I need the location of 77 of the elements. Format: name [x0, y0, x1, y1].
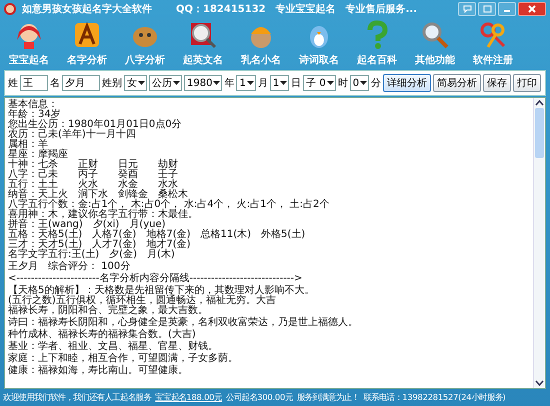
dropdown[interactable]: 1980: [184, 75, 222, 91]
result-line: 八字：己未 丙子 癸酉 壬子: [8, 170, 179, 180]
magnifier-icon: [188, 20, 218, 50]
action-button[interactable]: 简易分析: [433, 74, 482, 92]
window-subtitle: QQ：182415132 专业宝宝起名 专业售后服务...: [176, 2, 418, 16]
dropdown[interactable]: 1: [236, 75, 256, 91]
status-text: 服务到满意为止！: [296, 392, 360, 403]
field-label: 分: [371, 77, 382, 90]
scroll-up-icon: [534, 98, 545, 108]
result-line: 年龄：34岁: [8, 110, 62, 120]
result-line: 五格：天格5(土) 人格7(金) 地格7(金) 总格11(木) 外格5(土): [8, 230, 306, 240]
result-line: 星座：摩羯座: [8, 150, 69, 160]
status-text: 联系电话：13982281527(24小时服务): [363, 392, 506, 403]
dropdown[interactable]: 女: [124, 75, 147, 91]
minimize-button[interactable]: [498, 2, 516, 16]
scrollbar[interactable]: [533, 98, 545, 388]
dropdown[interactable]: 公历: [149, 75, 182, 91]
input-field[interactable]: 夕月: [62, 75, 100, 91]
field-label: 姓: [8, 77, 18, 90]
result-line: (五行之数)五行俱权，循环相生，圆通畅达，福祉无穷。大吉: [8, 296, 277, 306]
dropdown-caret-icon: [213, 81, 220, 85]
result-line: 健康：福禄如海，寿比南山。可望健康。: [8, 366, 189, 376]
result-line: <-----------------------名字分析内容分隔线----------------------------->: [8, 274, 304, 284]
result-line: 纳音：天上火 涧下水 剑锋金 桑松木: [8, 190, 188, 200]
result-line: 属相：羊: [8, 140, 48, 150]
window-title: 如意男孩女孩起名字大全软件: [22, 2, 152, 16]
close-button[interactable]: [518, 2, 546, 16]
dropdown-caret-icon: [246, 81, 254, 85]
dropdown-caret-icon: [138, 81, 145, 85]
action-button[interactable]: 保存: [483, 74, 512, 92]
result-line: 基业：学者、祖业、文昌、福星、官星、财钱。: [8, 342, 219, 352]
search-icon: [420, 20, 450, 50]
dropdown-caret-icon: [326, 81, 334, 85]
scroll-down-icon: [534, 378, 545, 388]
field-label: 名: [50, 77, 60, 90]
result-line: 【天格5的解析】：天格数是先祖留传下来的，其数理对人影响不大。: [8, 286, 316, 296]
scrollbar-thumb[interactable]: [535, 108, 544, 158]
field-label: 月: [258, 77, 268, 90]
close-icon: [528, 5, 536, 13]
result-line: 喜用神：木，建议你名字五行带：木最佳。: [8, 210, 199, 220]
speech-bubble-icon: [462, 5, 472, 13]
field-label: 时: [338, 76, 348, 90]
app-logo-icon: [4, 3, 16, 15]
result-line: 诗曰：福禄寿长阴阳和，心身健全是英豪，名利双收富荣达，乃是世上福德人。: [8, 318, 359, 328]
result-line: 三才：天才5(土) 人才7(金) 地才7(金): [8, 240, 192, 250]
chat-button[interactable]: [458, 2, 476, 16]
result-line: 十神：七杀 正财 日元 劫财: [8, 160, 179, 170]
action-button[interactable]: 详细分析: [383, 74, 432, 92]
letter-a-icon: [72, 20, 102, 50]
result-line: 王夕月 综合评分： 100分: [8, 262, 132, 272]
result-line: 基本信息：: [8, 100, 58, 110]
dropdown-caret-icon: [173, 81, 180, 85]
result-line: 拼音：王(wang) 夕(xi) 月(yue): [8, 220, 166, 230]
result-line: 种竹成林、福禄长寿的福禄集合数。(大吉): [8, 330, 197, 340]
result-line: 五行：土土 火水 水金 水水: [8, 180, 178, 190]
dropdown-caret-icon: [280, 81, 288, 85]
result-line: 八字五行个数：金:占1个， 木:占0个， 水:占4个， 火:占1个， 土:占2个: [8, 200, 330, 210]
result-line: 福禄长寿，阴阳和合、完壁之象，最大吉数。: [8, 306, 209, 316]
window-icon: [482, 5, 492, 13]
skin-button[interactable]: [478, 2, 496, 16]
field-label: 姓别: [102, 77, 122, 90]
input-field[interactable]: 王: [20, 75, 48, 91]
dropdown-caret-icon: [360, 81, 368, 85]
status-text: 公司起名300.00元: [226, 392, 293, 403]
result-line: 农历：己未(羊年)十一月十四: [8, 130, 137, 140]
keys-icon: [478, 20, 508, 50]
field-label: 年: [224, 77, 234, 90]
dropdown[interactable]: 子 0: [303, 75, 336, 91]
dropdown[interactable]: 1: [270, 75, 290, 91]
result-line: 您出生公历：1980年01月01日0点0分: [8, 120, 183, 130]
dropdown[interactable]: 0: [350, 75, 370, 91]
action-button[interactable]: 打印: [513, 74, 542, 92]
field-label: 日: [291, 77, 302, 90]
result-line: 家庭：上下和睦，相互合作，可望圆满，子女多荫。: [8, 354, 239, 364]
status-text: 欢迎使用我们软件，我们还有人工起名服务: [3, 392, 152, 403]
result-line: 名字文字五行:王(土) 夕(金) 月(木): [8, 250, 176, 260]
status-link[interactable]: 宝宝起名188.00元: [155, 392, 222, 403]
